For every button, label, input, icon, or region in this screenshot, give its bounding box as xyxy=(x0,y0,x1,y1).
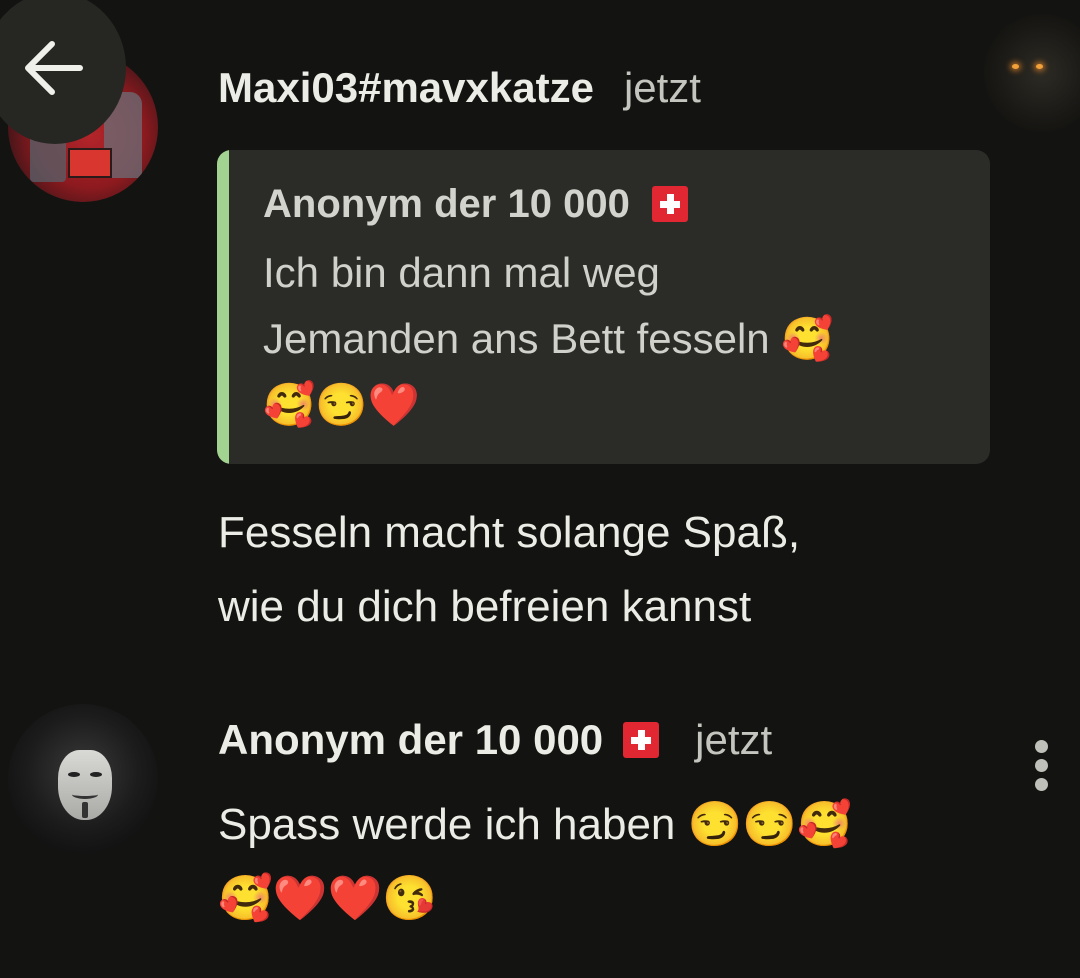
quote-author: Anonym der 10 000 xyxy=(263,178,688,230)
more-options-button[interactable] xyxy=(1020,732,1064,798)
quote-author-name: Anonym der 10 000 xyxy=(263,181,630,226)
avatar-eye xyxy=(1012,64,1019,69)
avatar-eye xyxy=(1036,64,1043,69)
arrow-left-icon xyxy=(25,41,83,95)
comment-timestamp: jetzt xyxy=(695,716,773,763)
quote-accent-bar xyxy=(217,150,229,464)
user-avatar[interactable] xyxy=(984,14,1080,132)
swiss-flag-icon xyxy=(623,722,660,758)
comment-author[interactable]: Anonym der 10 000 xyxy=(218,716,603,764)
comment-header: Anonym der 10 000 jetzt xyxy=(218,712,772,768)
quote-text: Ich bin dann mal weg Jemanden ans Bett f… xyxy=(263,249,834,428)
comment-text: Fesseln macht solange Spaß, wie du dich … xyxy=(218,508,801,631)
quoted-message[interactable]: Anonym der 10 000 Ich bin dann mal weg J… xyxy=(217,150,990,464)
comment-text: Spass werde ich haben 😏😏🥰 🥰❤️❤️😘 xyxy=(218,800,852,923)
swiss-flag-icon xyxy=(651,186,688,222)
more-vertical-icon xyxy=(1035,740,1048,753)
comment-header: Maxi03#mavxkatze jetzt xyxy=(218,60,701,116)
guy-fawkes-mask xyxy=(58,750,112,820)
comment-author[interactable]: Maxi03#mavxkatze xyxy=(218,64,594,112)
comment-avatar-anonym[interactable] xyxy=(8,704,158,854)
comment-timestamp: jetzt xyxy=(623,64,701,111)
